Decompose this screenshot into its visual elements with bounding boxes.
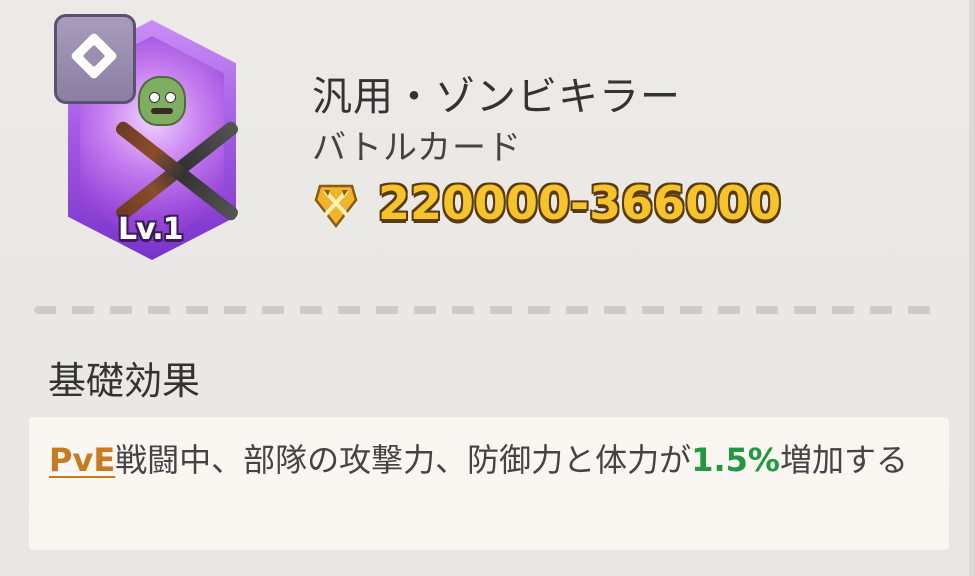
power-range-value: 220000-366000 [378,176,782,230]
effect-description: PvE戦闘中、部隊の攻撃力、防御力と体力が1.5%増加する [49,435,929,485]
panel-edge [969,0,975,576]
pve-tag[interactable]: PvE [49,441,115,479]
zombie-head-icon [138,76,186,126]
card-level-label: Lv.1 [118,212,183,247]
zombie-mouth [151,108,173,114]
crossed-swords-shield-icon [314,184,358,228]
zombie-eye-right [165,92,176,103]
section-title-base-effect: 基礎効果 [48,359,201,403]
card-icon[interactable]: Lv.1 [54,14,242,264]
section-divider [34,306,940,314]
card-type-label: バトルカード [312,128,522,168]
card-title: 汎用・ゾンビキラー [312,74,681,120]
effect-value: 1.5% [691,441,780,479]
zombie-eye-left [149,92,160,103]
effect-end-text: 増加する [779,441,908,479]
diamond-icon [69,31,119,81]
card-detail-panel: Lv.1 汎用・ゾンビキラー バトルカード 220000-366000 基礎効果… [0,0,975,576]
effect-box: PvE戦闘中、部隊の攻撃力、防御力と体力が1.5%増加する [29,417,949,550]
rarity-badge [54,14,136,104]
effect-main-text: 戦闘中、部隊の攻撃力、防御力と体力が [115,441,692,479]
